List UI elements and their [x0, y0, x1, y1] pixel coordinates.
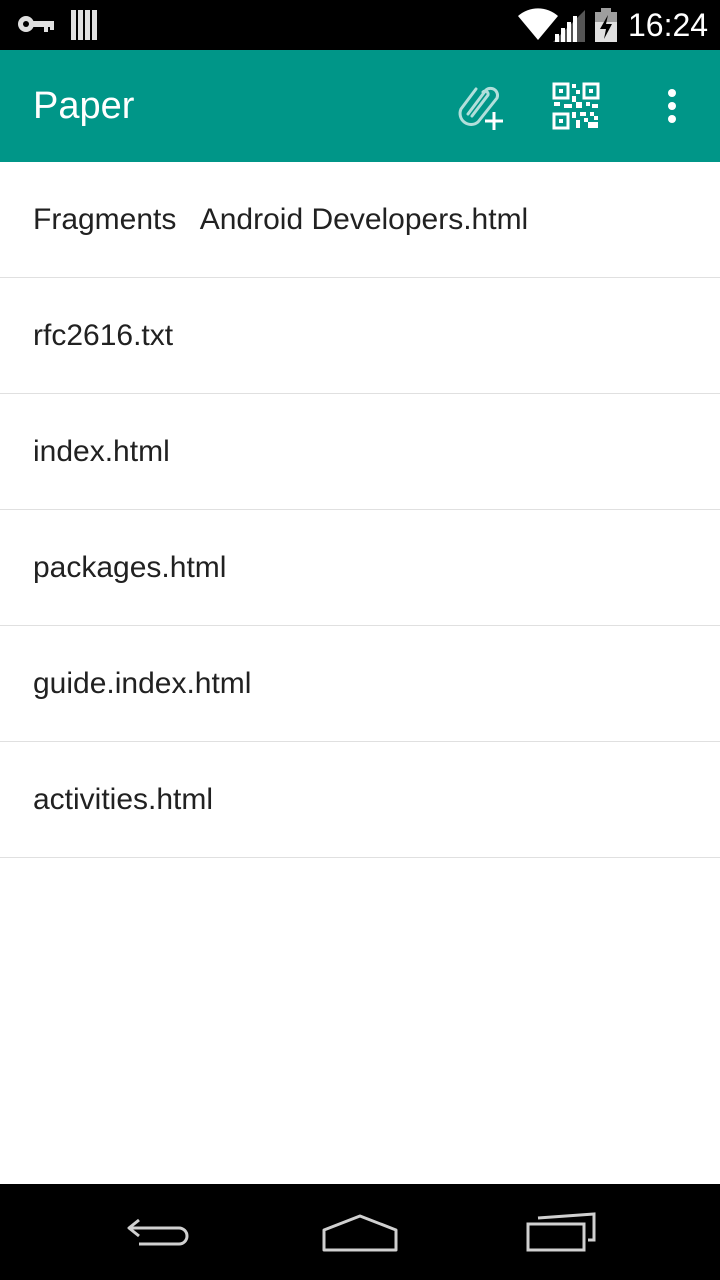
attach-file-button[interactable] [448, 74, 512, 138]
back-icon [127, 1218, 189, 1246]
qr-scan-button[interactable] [544, 74, 608, 138]
home-icon [322, 1214, 398, 1252]
list-item[interactable]: rfc2616.txt [0, 278, 720, 394]
cell-signal-icon [553, 10, 585, 47]
qr-code-icon [552, 82, 600, 130]
recents-icon [526, 1212, 596, 1252]
app-title: Paper [33, 85, 135, 127]
file-name: packages.html [33, 550, 227, 584]
list-item[interactable]: guide.index.html [0, 626, 720, 742]
list-item[interactable]: packages.html [0, 510, 720, 626]
file-name: index.html [33, 434, 170, 468]
list-item[interactable]: index.html [0, 394, 720, 510]
vpn-key-icon [16, 12, 56, 41]
home-button[interactable] [312, 1202, 408, 1262]
status-bar: 16:24 [0, 0, 720, 50]
overflow-menu-icon [668, 89, 676, 123]
clock: 16:24 [628, 7, 709, 43]
battery-charging-icon [594, 8, 618, 47]
file-list: Fragments Android Developers.html rfc261… [0, 162, 720, 858]
navigation-bar [0, 1184, 720, 1280]
file-name: guide.index.html [33, 666, 252, 700]
attach-add-icon [458, 86, 503, 130]
file-name: activities.html [33, 782, 214, 816]
recents-button[interactable] [514, 1202, 610, 1262]
wifi-icon [518, 8, 558, 45]
list-item[interactable]: activities.html [0, 742, 720, 858]
list-item[interactable]: Fragments Android Developers.html [0, 162, 720, 278]
storage-bars-icon [71, 10, 97, 45]
back-button[interactable] [112, 1202, 208, 1262]
file-name: rfc2616.txt [33, 318, 174, 352]
file-name: Fragments Android Developers.html [33, 202, 529, 236]
overflow-menu-button[interactable] [640, 74, 704, 138]
app-bar: Paper [0, 50, 720, 162]
